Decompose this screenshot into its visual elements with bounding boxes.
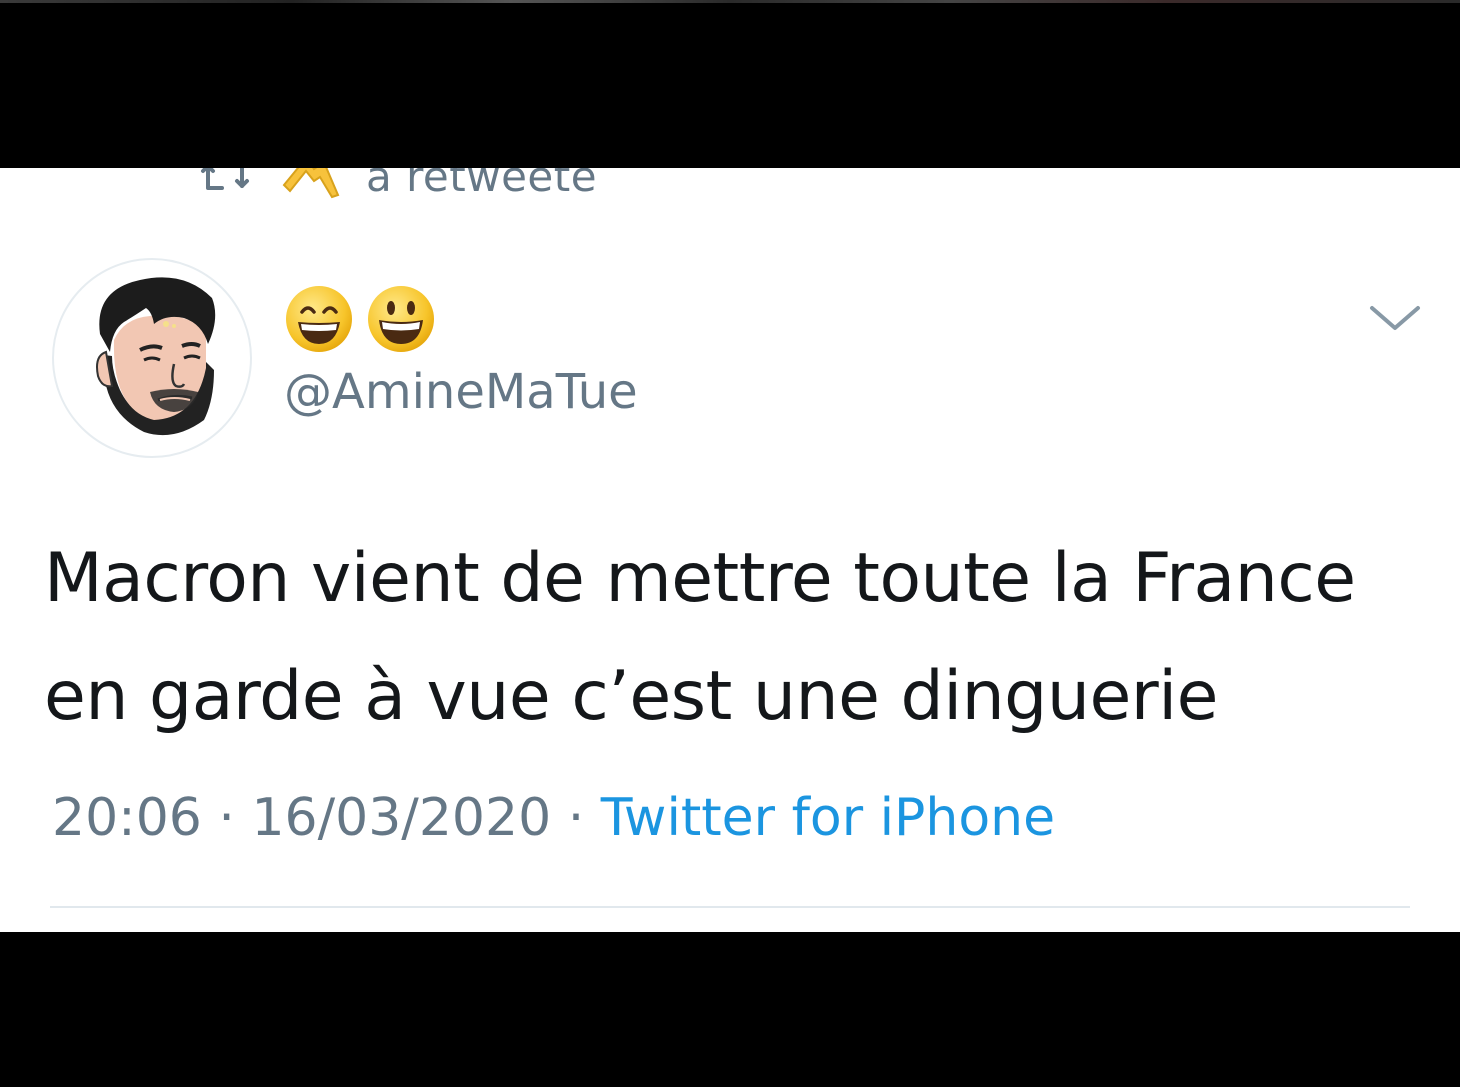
tweet-source-link[interactable]: Twitter for iPhone: [601, 788, 1055, 848]
tweet-time[interactable]: 20:06: [52, 788, 202, 848]
retweet-context[interactable]: a retweeté: [200, 168, 597, 206]
retweet-icon: [200, 168, 250, 196]
screenshot-frame: a retweeté @AmineMaTue Macron vient de m…: [0, 0, 1460, 1087]
grinning-squinting-face-emoji: [286, 286, 352, 352]
tweet-text-line-1: Macron vient de mettre toute la France: [44, 539, 1356, 618]
retweet-label: a retweeté: [366, 168, 598, 201]
top-edge-strip: [0, 0, 1460, 3]
grinning-face-emoji: [368, 286, 434, 352]
author-display-name[interactable]: [284, 284, 436, 356]
chevron-down-icon[interactable]: [1366, 300, 1424, 336]
divider: [50, 906, 1410, 908]
meta-separator: ·: [551, 788, 601, 848]
tweet-date[interactable]: 16/03/2020: [251, 788, 551, 848]
tweet-card[interactable]: a retweeté @AmineMaTue Macron vient de m…: [0, 168, 1460, 932]
tweet-text: Macron vient de mettre toute la France e…: [44, 520, 1424, 756]
author-handle[interactable]: @AmineMaTue: [284, 364, 638, 420]
tweet-text-line-2: en garde à vue c’est une dinguerie: [44, 657, 1218, 736]
raised-hands-emoji[interactable]: [280, 168, 344, 201]
tweet-metadata: 20:06 · 16/03/2020 · Twitter for iPhone: [52, 788, 1055, 848]
meta-separator: ·: [201, 788, 252, 848]
author-avatar[interactable]: [52, 258, 252, 458]
